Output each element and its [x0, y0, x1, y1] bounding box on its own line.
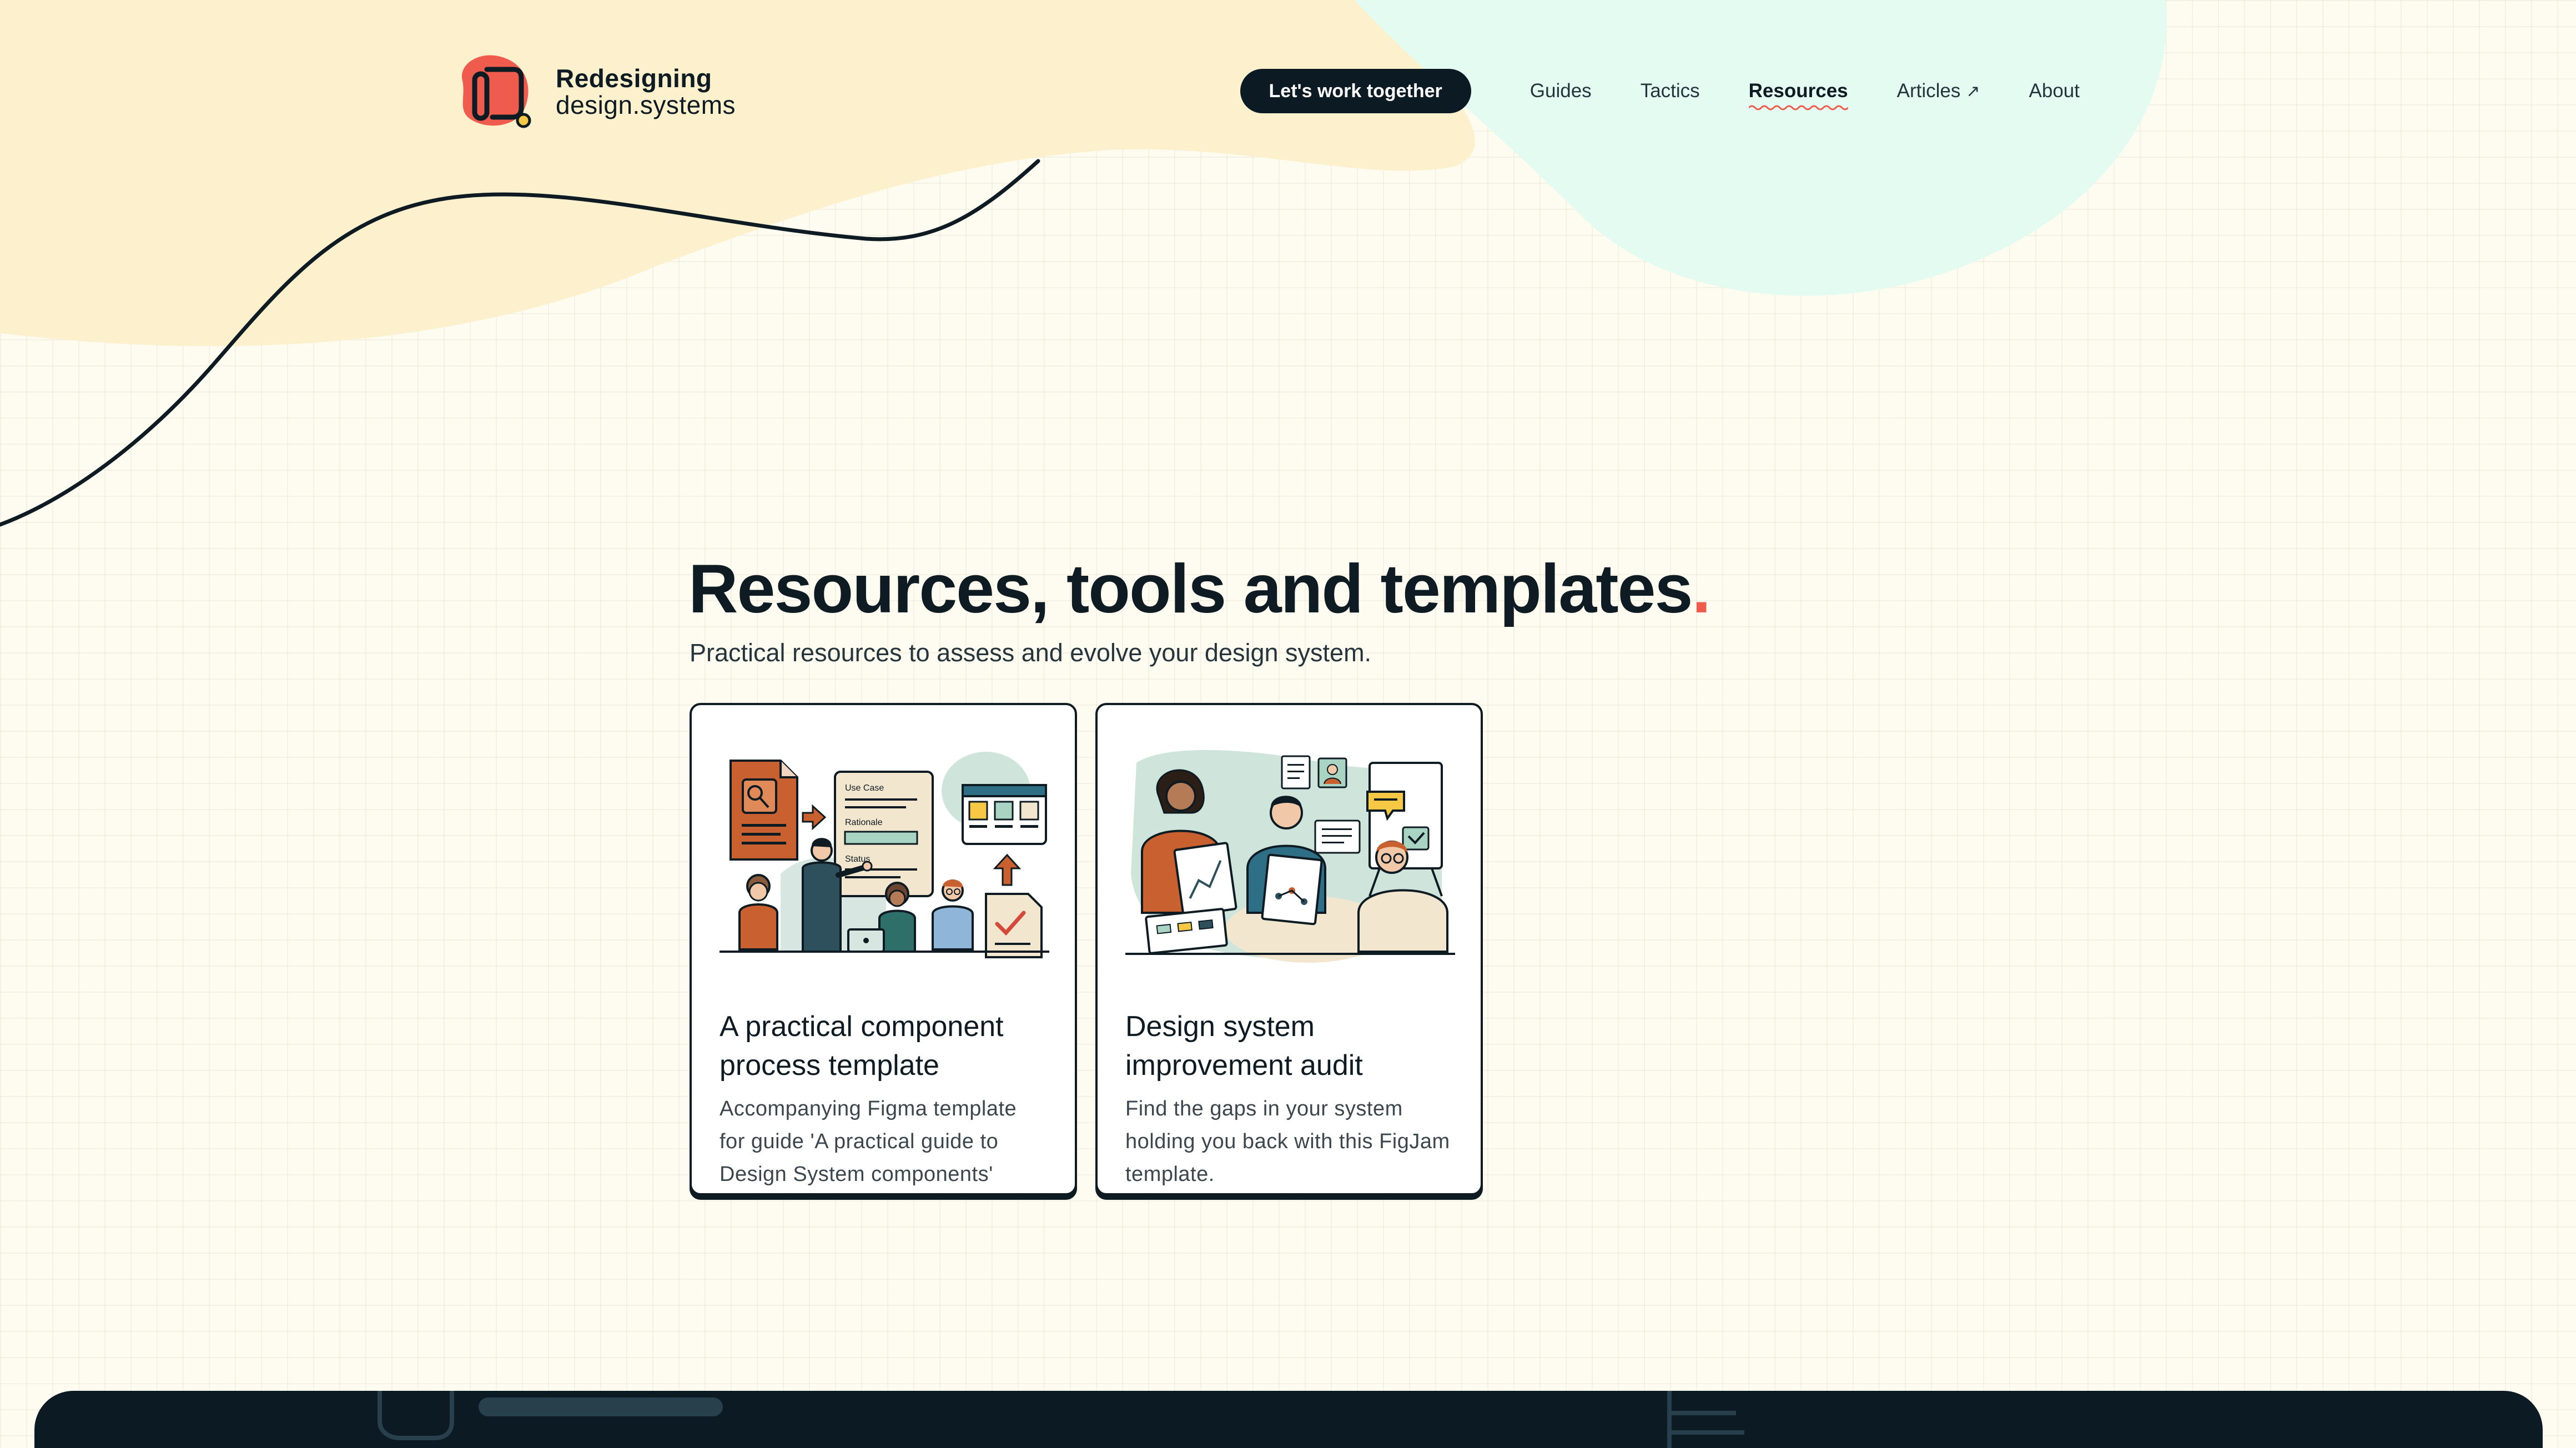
card-description: Find the gaps in your system holding you…	[1125, 1097, 1450, 1186]
page-title: Resources, tools and templates.	[688, 550, 1711, 629]
card-description: Accompanying Figma template for guide 'A…	[720, 1097, 1017, 1186]
page-title-text: Resources, tools and templates	[688, 551, 1693, 627]
active-underline-squiggle	[1748, 105, 1848, 110]
nav-link-articles[interactable]: Articles ↗	[1897, 80, 1980, 102]
nav-link-resources-label: Resources	[1748, 80, 1848, 102]
lets-work-together-button[interactable]: Let's work together	[1240, 69, 1471, 113]
resource-card-improvement-audit[interactable]: Design system improvement audit Find the…	[1095, 703, 1483, 1195]
audit-team-illustration	[1125, 750, 1455, 963]
external-arrow-icon: ↗	[1966, 82, 1980, 100]
nav-link-about[interactable]: About	[2029, 80, 2080, 102]
nav-link-articles-label: Articles	[1896, 80, 1961, 102]
footer-band	[34, 1391, 2543, 1448]
card-title: Design system improvement audit	[1125, 1010, 1363, 1082]
main-nav: Let's work together Guides Tactics Resou…	[1240, 69, 2104, 113]
mint-blob	[1355, 0, 2167, 296]
resource-cards: Use Case Rationale Status A practical co…	[690, 703, 1483, 1195]
nav-link-tactics[interactable]: Tactics	[1641, 80, 1700, 102]
footer-decoration	[378, 1391, 1744, 1448]
resource-card-component-template[interactable]: Use Case Rationale Status A practical co…	[690, 703, 1077, 1195]
rd-logo-icon	[461, 55, 531, 128]
yellow-blob	[0, 0, 1475, 346]
brand-name: Redesigning design.systems	[556, 65, 736, 118]
component-process-illustration: Use Case Rationale Status	[720, 752, 1049, 958]
card-title: A practical component process template	[720, 1010, 1004, 1082]
page-subtitle: Practical resources to assess and evolve…	[690, 638, 1372, 667]
title-accent-dot: .	[1692, 551, 1710, 627]
site-logo[interactable]: Redesigning design.systems	[452, 53, 736, 130]
swoosh-line	[0, 159, 1040, 527]
nav-link-guides[interactable]: Guides	[1530, 80, 1592, 102]
illustration-label-rationale: Rationale	[845, 818, 883, 827]
nav-link-resources[interactable]: Resources	[1748, 80, 1848, 110]
brand-name-line1: Redesigning	[556, 64, 712, 93]
brand-name-line2: design.systems	[556, 90, 736, 119]
illustration-label-use-case: Use Case	[845, 783, 884, 793]
